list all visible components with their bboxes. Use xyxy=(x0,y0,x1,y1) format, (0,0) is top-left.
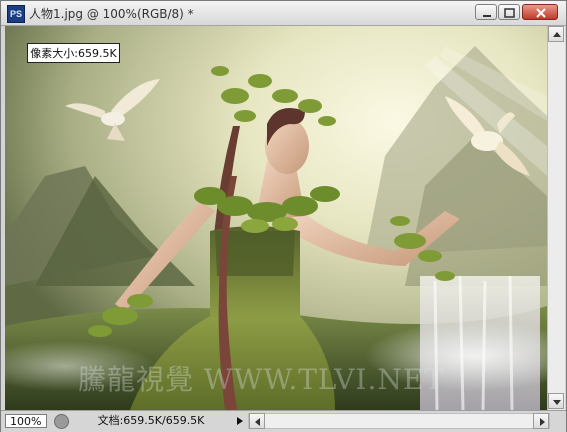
minimize-button[interactable] xyxy=(475,4,497,20)
scroll-right-button[interactable] xyxy=(533,413,549,429)
arrow-right-icon xyxy=(540,418,545,426)
title-bar[interactable]: PS 人物1.jpg @ 100%(RGB/8) * xyxy=(1,1,566,26)
fantasy-portrait-image xyxy=(5,26,547,410)
status-info-icon[interactable] xyxy=(54,414,69,429)
vertical-scrollbar[interactable] xyxy=(547,26,565,410)
pixel-size-info: 像素大小:659.5K xyxy=(27,43,120,63)
status-menu-arrow-icon[interactable] xyxy=(234,414,246,428)
close-button[interactable] xyxy=(522,4,558,20)
image-canvas[interactable]: 像素大小:659.5K 騰龍視覺 WWW.TLVI.NET xyxy=(5,26,547,410)
arrow-down-icon xyxy=(553,400,561,405)
document-size-info: 文档:659.5K/659.5K xyxy=(97,414,205,427)
status-bar: 100% 文档:659.5K/659.5K xyxy=(1,410,566,432)
watermark-text: 騰龍視覺 WWW.TLVI.NET xyxy=(78,363,444,396)
scroll-left-button[interactable] xyxy=(249,413,265,429)
scroll-up-button[interactable] xyxy=(548,26,564,42)
horizontal-scrollbar[interactable] xyxy=(248,413,550,429)
photoshop-icon: PS xyxy=(7,5,25,23)
maximize-button[interactable] xyxy=(498,4,520,20)
window-title: 人物1.jpg @ 100%(RGB/8) * xyxy=(29,7,194,21)
minimize-icon xyxy=(483,15,491,17)
scroll-down-button[interactable] xyxy=(548,393,564,409)
close-icon xyxy=(536,8,546,18)
arrow-left-icon xyxy=(255,418,260,426)
maximize-icon xyxy=(504,8,515,18)
document-window: PS 人物1.jpg @ 100%(RGB/8) * 像素大小:659.5K 騰… xyxy=(0,0,567,432)
zoom-level-field[interactable]: 100% xyxy=(5,414,47,428)
arrow-up-icon xyxy=(553,32,561,37)
